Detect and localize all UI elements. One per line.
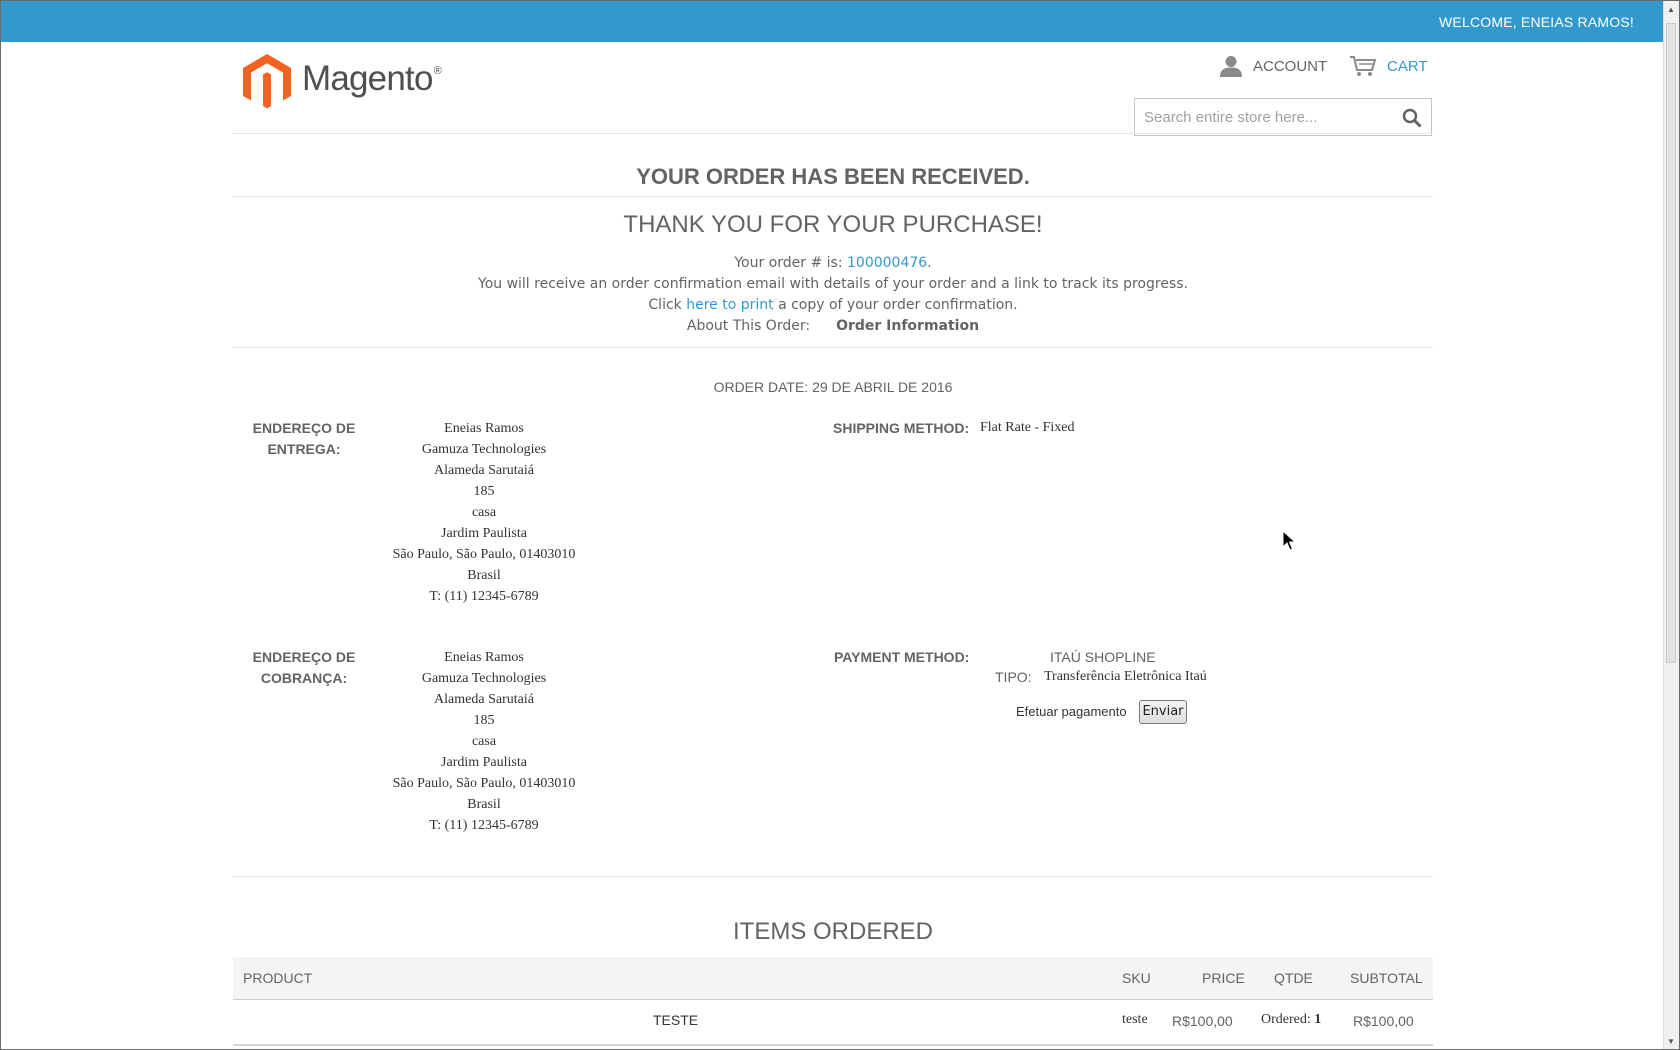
email-note: You will receive an order confirmation e… (478, 276, 1188, 292)
order-info-divider (233, 347, 1433, 348)
account-link[interactable]: ACCOUNT (1219, 55, 1327, 77)
address-line: Alameda Sarutaiá (434, 692, 534, 707)
search-button[interactable] (1402, 108, 1422, 133)
product-sku: teste (1122, 1012, 1148, 1027)
address-line: Brasil (467, 568, 501, 583)
order-number-line: Your order # is: 100000476. (734, 255, 932, 271)
product-subtotal: R$100,00 (1353, 1013, 1414, 1029)
mouse-cursor-icon (1282, 530, 1296, 551)
shipping-address: Eneias Ramos Gamuza Technologies Alameda S… (354, 418, 614, 607)
address-line: casa (471, 734, 497, 749)
about-order-label: About This Order: (686, 318, 811, 334)
order-number-link[interactable]: 100000476 (847, 255, 927, 271)
col-price: PRICE (1202, 970, 1245, 986)
vertical-scrollbar[interactable]: ▲ ▼ (1663, 1, 1679, 1049)
address-line: Jardim Paulista (441, 755, 527, 770)
order-information-tab[interactable]: Order Information (836, 318, 979, 334)
address-line: Alameda Sarutaiá (434, 463, 534, 478)
header-divider (233, 133, 1433, 134)
address-line: Gamuza Technologies (421, 442, 547, 457)
items-ordered-heading: ITEMS ORDERED (732, 918, 933, 945)
addresses-divider (233, 876, 1433, 877)
print-link[interactable]: here to print (686, 297, 773, 313)
search-input[interactable] (1135, 99, 1403, 135)
print-line: Click here to print a copy of your order… (648, 297, 1018, 313)
shipping-method-value: Flat Rate - Fixed (980, 420, 1075, 435)
pay-now-label: Efetuar pagamento (1016, 704, 1127, 719)
address-line: Brasil (467, 797, 501, 812)
address-line: Gamuza Technologies (421, 671, 547, 686)
product-price: R$100,00 (1172, 1013, 1233, 1029)
table-row: TESTE teste R$100,00 Ordered: 1 R$100,00 (233, 1000, 1433, 1046)
scroll-up-arrow[interactable]: ▲ (1667, 5, 1675, 14)
address-line: São Paulo, São Paulo, 01403010 (392, 776, 576, 791)
shipping-address-label: ENDEREÇO DE ENTREGA: (252, 420, 356, 457)
cart-label: CART (1387, 57, 1428, 75)
payment-type-label: TIPO: (995, 669, 1032, 685)
magento-logo-icon (243, 54, 291, 109)
shipping-method-label: SHIPPING METHOD: (833, 420, 970, 436)
billing-address: Eneias Ramos Gamuza Technologies Alameda S… (354, 647, 614, 836)
address-line: 185 (473, 484, 495, 499)
address-line: São Paulo, São Paulo, 01403010 (392, 547, 576, 562)
about-order-line: About This Order: Order Information (233, 318, 1433, 334)
address-line: Eneias Ramos (444, 421, 524, 436)
scroll-down-arrow[interactable]: ▼ (1667, 1037, 1675, 1046)
order-date: ORDER DATE: 29 DE ABRIL DE 2016 (713, 379, 953, 395)
product-name: TESTE (653, 1012, 699, 1028)
welcome-message: WELCOME, ENEIAS RAMOS! (1439, 14, 1634, 30)
payment-method-name: ITAÚ SHOPLINE (1050, 649, 1156, 665)
col-qty: QTDE (1274, 970, 1313, 986)
thank-you-heading: THANK YOU FOR YOUR PURCHASE! (623, 211, 1043, 238)
search-box (1134, 98, 1432, 136)
address-line: T: (11) 12345-6789 (429, 589, 539, 604)
logo-wordmark: Magento® (302, 59, 442, 98)
account-label: ACCOUNT (1253, 57, 1328, 75)
page-title: YOUR ORDER HAS BEEN RECEIVED. (636, 164, 1030, 189)
send-payment-button[interactable]: Enviar (1139, 700, 1187, 724)
address-line: T: (11) 12345-6789 (429, 818, 539, 833)
payment-method-label: PAYMENT METHOD: (834, 649, 970, 665)
col-subtotal: SUBTOTAL (1350, 970, 1423, 986)
search-icon (1402, 108, 1422, 128)
address-line: 185 (473, 713, 495, 728)
billing-address-label: ENDEREÇO DE COBRANÇA: (252, 649, 356, 686)
top-welcome-bar: WELCOME, ENEIAS RAMOS! (1, 1, 1664, 42)
address-line: Jardim Paulista (441, 526, 527, 541)
product-qty: Ordered: 1 (1261, 1012, 1322, 1027)
address-line: Eneias Ramos (444, 650, 524, 665)
col-product: PRODUCT (243, 970, 313, 986)
address-line: casa (471, 505, 497, 520)
user-icon (1220, 56, 1242, 77)
magento-logo[interactable]: Magento® (242, 53, 442, 111)
title-divider (233, 196, 1433, 197)
payment-type-value: Transferência Eletrônica Itaú (1044, 669, 1207, 684)
cart-link[interactable]: CART (1349, 55, 1428, 77)
scrollbar-thumb[interactable] (1666, 23, 1676, 663)
cart-icon (1350, 56, 1377, 76)
col-sku: SKU (1122, 970, 1151, 986)
items-table-header: PRODUCT SKU PRICE QTDE SUBTOTAL (233, 957, 1433, 1000)
